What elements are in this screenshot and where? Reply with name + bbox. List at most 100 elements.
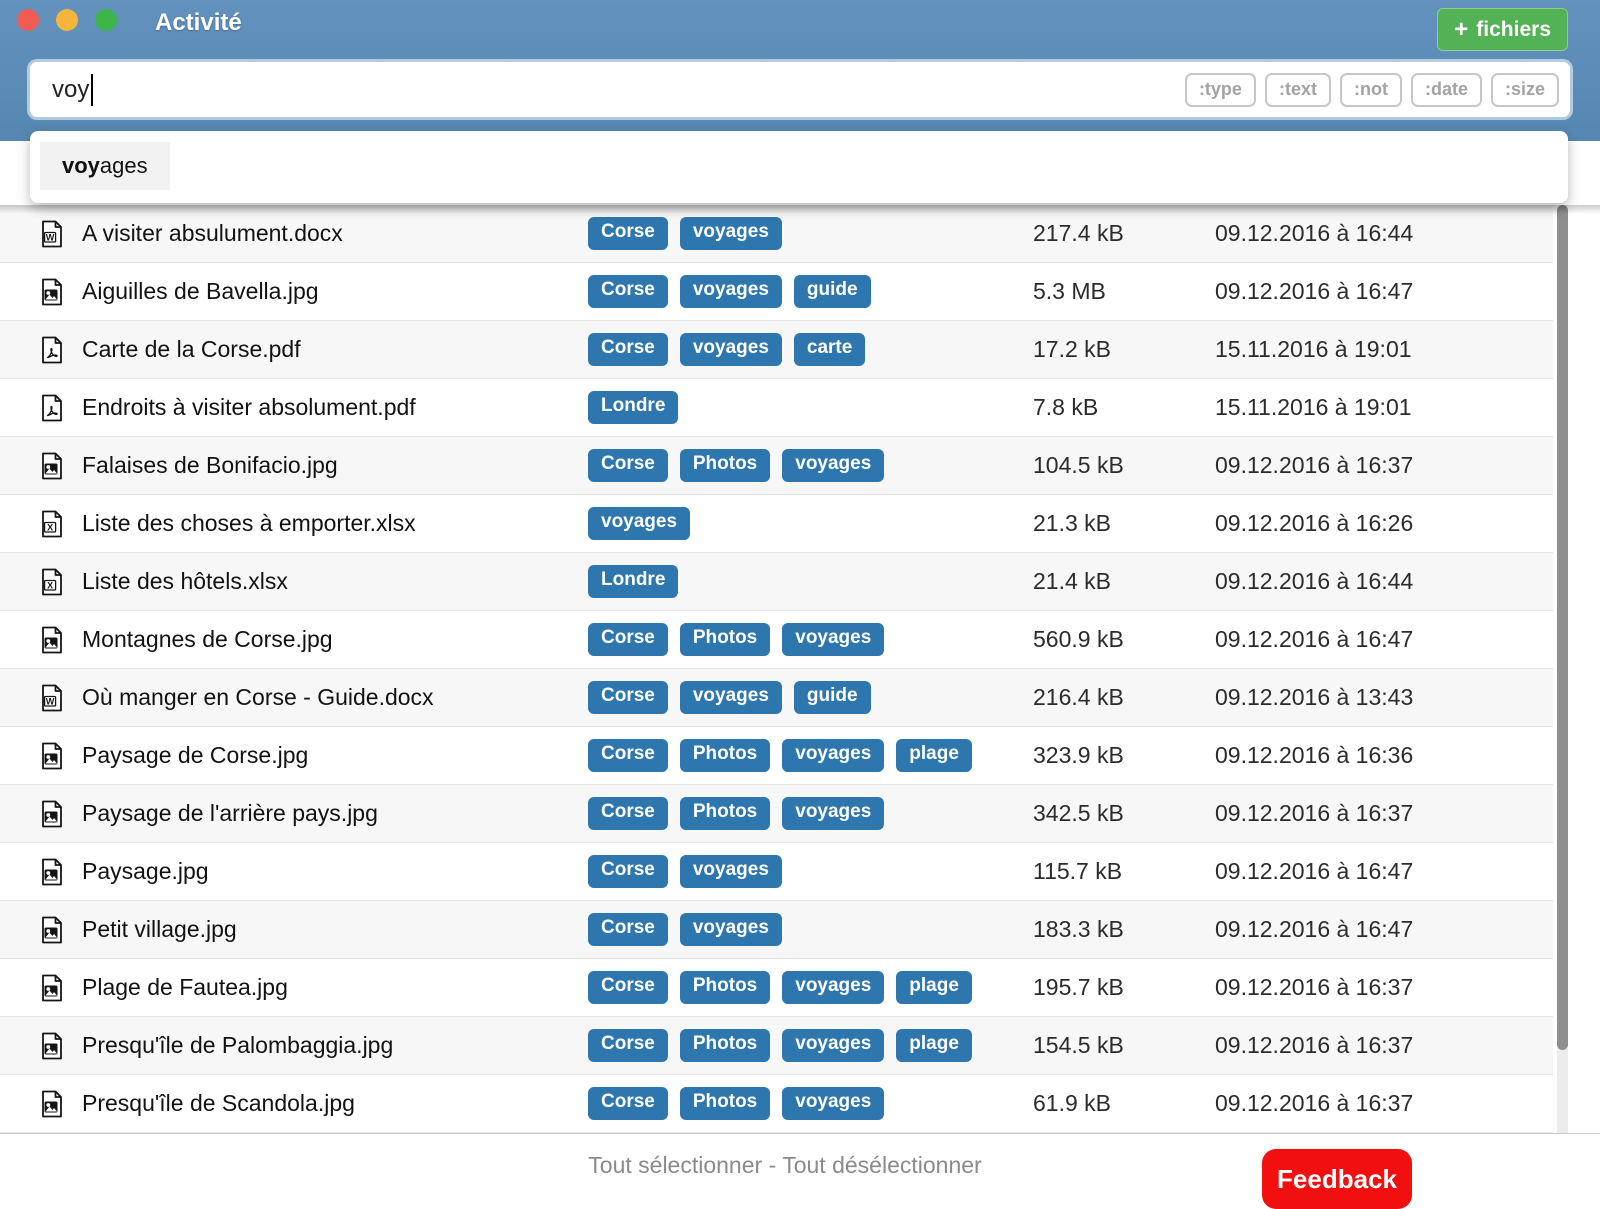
tag-pill[interactable]: voyages: [680, 333, 782, 366]
close-button[interactable]: [17, 9, 39, 31]
deselect-all-link[interactable]: Tout désélectionner: [782, 1152, 981, 1178]
file-size: 560.9 kB: [1033, 626, 1215, 653]
tag-pill[interactable]: plage: [896, 1029, 972, 1062]
tag-pill[interactable]: Photos: [680, 739, 770, 772]
tag-pill[interactable]: Photos: [680, 797, 770, 830]
tag-pill[interactable]: carte: [794, 333, 865, 366]
tag-pill[interactable]: Corse: [588, 623, 668, 656]
file-size: 323.9 kB: [1033, 742, 1215, 769]
table-row[interactable]: Paysage.jpg Corsevoyages 115.7 kB 09.12.…: [0, 843, 1553, 901]
image-file-icon: [40, 626, 82, 654]
tag-pill[interactable]: Londre: [588, 391, 678, 424]
scrollbar-track[interactable]: [1557, 205, 1568, 1144]
scrollbar-thumb[interactable]: [1557, 205, 1568, 1050]
minimize-button[interactable]: [56, 9, 78, 31]
tag-pill[interactable]: Corse: [588, 217, 668, 250]
suggestion-rest: ages: [100, 153, 148, 178]
search-input[interactable]: voy :type:text:not:date:size: [30, 62, 1570, 117]
tag-pill[interactable]: guide: [794, 275, 871, 308]
table-row[interactable]: W Où manger en Corse - Guide.docx Corsev…: [0, 669, 1553, 727]
svg-text:X: X: [47, 580, 53, 590]
tag-pill[interactable]: voyages: [782, 1087, 884, 1120]
table-row[interactable]: Aiguilles de Bavella.jpg Corse voyages gui…: [0, 263, 1553, 321]
file-tags: Corse voyages guide: [588, 681, 1033, 714]
tag-pill[interactable]: voyages: [782, 739, 884, 772]
tag-pill[interactable]: Corse: [588, 275, 668, 308]
tag-pill[interactable]: voyages: [782, 623, 884, 656]
tag-pill[interactable]: voyages: [782, 971, 884, 1004]
filter-chip-date[interactable]: :date: [1411, 73, 1482, 107]
tag-pill[interactable]: Corse: [588, 333, 668, 366]
filter-chip-not[interactable]: :not: [1340, 73, 1402, 107]
tag-pill[interactable]: Corse: [588, 797, 668, 830]
suggestion-match: voy: [62, 153, 100, 178]
tag-pill[interactable]: Photos: [680, 1087, 770, 1120]
feedback-button[interactable]: Feedback: [1262, 1149, 1412, 1209]
table-row[interactable]: Plage de Fautea.jpg CorsePhotosvoyagespl…: [0, 959, 1553, 1017]
table-row[interactable]: Falaises de Bonifacio.jpg CorsePhotosvoy…: [0, 437, 1553, 495]
tag-pill[interactable]: voyages: [588, 507, 690, 540]
zoom-button[interactable]: [95, 9, 117, 31]
tag-pill[interactable]: voyages: [782, 449, 884, 482]
table-row[interactable]: Paysage de Corse.jpg CorsePhotosvoyagesp…: [0, 727, 1553, 785]
plus-icon: +: [1454, 9, 1468, 50]
tag-pill[interactable]: guide: [794, 681, 871, 714]
table-row[interactable]: Paysage de l'arrière pays.jpg Corse Photo…: [0, 785, 1553, 843]
file-name: Liste des hôtels.xlsx: [82, 568, 588, 595]
tag-pill[interactable]: voyages: [782, 1029, 884, 1062]
tag-pill[interactable]: Photos: [680, 971, 770, 1004]
table-row[interactable]: Montagnes de Corse.jpg CorsePhotosvoyage…: [0, 611, 1553, 669]
tag-pill[interactable]: Corse: [588, 681, 668, 714]
footer-bar: Tout sélectionner - Tout désélectionner …: [0, 1133, 1600, 1200]
tag-pill[interactable]: voyages: [782, 797, 884, 830]
tag-pill[interactable]: Corse: [588, 739, 668, 772]
file-name: Paysage de l'arrière pays.jpg: [82, 800, 588, 827]
file-name: Aiguilles de Bavella.jpg: [82, 278, 588, 305]
image-file-icon: [40, 1090, 82, 1118]
tag-pill[interactable]: Photos: [680, 623, 770, 656]
file-size: 21.3 kB: [1033, 510, 1215, 537]
image-file-icon: [40, 800, 82, 828]
tag-pill[interactable]: Photos: [680, 449, 770, 482]
file-tags: Corse Photos voyages plage: [588, 971, 1033, 1004]
file-date: 15.11.2016 à 19:01: [1215, 336, 1412, 363]
table-row[interactable]: Presqu'île de Palombaggia.jpg CorsePhoto…: [0, 1017, 1553, 1075]
tag-pill[interactable]: Corse: [588, 449, 668, 482]
add-files-button[interactable]: + fichiers: [1437, 8, 1568, 51]
tag-pill[interactable]: voyages: [680, 217, 782, 250]
table-row[interactable]: Carte de la Corse.pdf Corsevoyagescarte …: [0, 321, 1553, 379]
file-tags: Corse voyages: [588, 913, 1033, 946]
tag-pill[interactable]: voyages: [680, 681, 782, 714]
table-row[interactable]: Petit village.jpg Corsevoyages 183.3 kB …: [0, 901, 1553, 959]
tag-pill[interactable]: Corse: [588, 855, 668, 888]
table-row[interactable]: X Liste des choses à emporter.xlsx voyag…: [0, 495, 1553, 553]
filter-chip-text[interactable]: :text: [1265, 73, 1331, 107]
file-size: 7.8 kB: [1033, 394, 1215, 421]
autocomplete-suggestion[interactable]: voyages: [40, 142, 170, 190]
select-all-link[interactable]: Tout sélectionner: [588, 1152, 762, 1178]
table-row[interactable]: Presqu'île de Scandola.jpg CorsePhotosvo…: [0, 1075, 1553, 1133]
file-date: 09.12.2016 à 16:26: [1215, 510, 1413, 537]
tag-pill[interactable]: Corse: [588, 971, 668, 1004]
filter-chip-type[interactable]: :type: [1185, 73, 1256, 107]
table-row[interactable]: X Liste des hôtels.xlsx Londre 21.4 kB 0…: [0, 553, 1553, 611]
tag-pill[interactable]: voyages: [680, 855, 782, 888]
file-size: 217.4 kB: [1033, 220, 1215, 247]
tag-pill[interactable]: voyages: [680, 275, 782, 308]
tag-pill[interactable]: Corse: [588, 1087, 668, 1120]
tag-pill[interactable]: Londre: [588, 565, 678, 598]
image-file-icon: [40, 278, 82, 306]
file-date: 09.12.2016 à 16:37: [1215, 974, 1413, 1001]
file-date: 09.12.2016 à 16:47: [1215, 278, 1413, 305]
tag-pill[interactable]: Photos: [680, 1029, 770, 1062]
tag-pill[interactable]: plage: [896, 971, 972, 1004]
filter-chip-size[interactable]: :size: [1491, 73, 1559, 107]
table-row[interactable]: Endroits à visiter absolument.pdf Londre…: [0, 379, 1553, 437]
table-row[interactable]: W A visiter absulument.docx Corsevoyages…: [0, 205, 1553, 263]
tag-pill[interactable]: Corse: [588, 1029, 668, 1062]
tag-pill[interactable]: plage: [896, 739, 972, 772]
tag-pill[interactable]: Corse: [588, 913, 668, 946]
tag-pill[interactable]: voyages: [680, 913, 782, 946]
window-title: Activité: [155, 9, 242, 37]
file-name: Paysage.jpg: [82, 858, 588, 885]
